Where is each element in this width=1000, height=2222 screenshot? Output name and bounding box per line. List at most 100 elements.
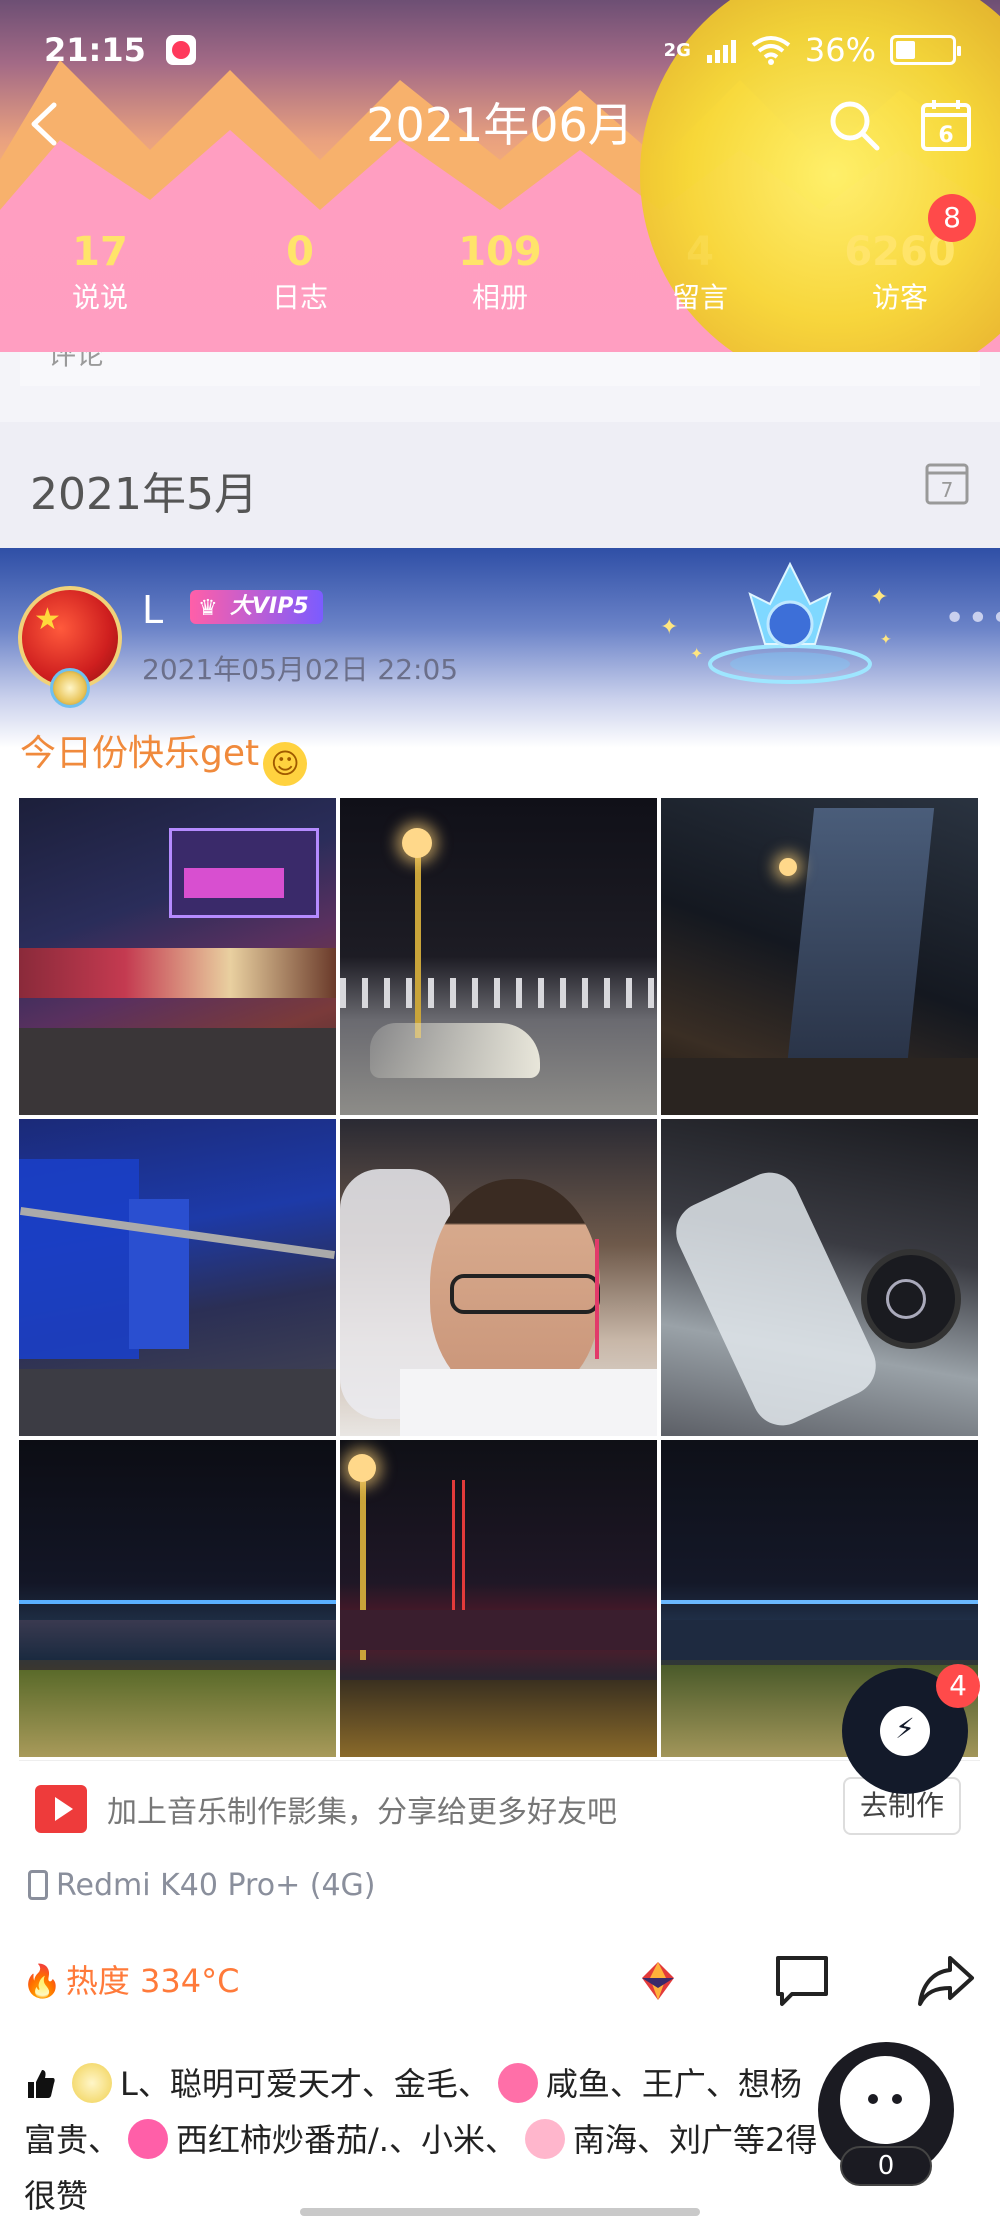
star-icon: ★ xyxy=(34,602,61,637)
quick-post-button[interactable]: 4 xyxy=(842,1664,980,1794)
quick-post-badge: 4 xyxy=(936,1664,980,1708)
skyscraper xyxy=(787,808,935,1058)
neon-sign xyxy=(184,868,284,898)
likes-text: 杨 xyxy=(769,2065,802,2103)
stat-value: 4 xyxy=(686,229,714,275)
photo-4[interactable] xyxy=(19,1119,336,1436)
mascot-eye xyxy=(868,2094,878,2104)
post-card: ★ L ♛ 大VIP5 2021年05月02日 22:05 ✦ ✦ ✦ ✦ ••… xyxy=(0,548,1000,2028)
stat-value: 0 xyxy=(286,229,314,275)
liker-avatar xyxy=(524,2119,565,2159)
month-label: 2021年5月 xyxy=(30,469,258,520)
more-options-icon[interactable]: ••• xyxy=(944,598,1000,639)
likes-text: 富贵、 xyxy=(24,2121,121,2159)
stat-label: 说说 xyxy=(71,281,128,314)
photo-3[interactable] xyxy=(661,798,978,1115)
glasses xyxy=(450,1274,600,1314)
stat-value: 109 xyxy=(458,229,542,275)
calendar-day: 7 xyxy=(941,478,954,502)
comment-icon[interactable] xyxy=(770,1948,834,2012)
battery-percent: 36% xyxy=(804,31,876,69)
street xyxy=(19,1369,336,1436)
crystal-decoration-icon: ✦ ✦ ✦ ✦ xyxy=(660,561,892,684)
river xyxy=(661,1620,978,1660)
liker-avatar xyxy=(497,2063,538,2103)
vip-label: 大VIP5 xyxy=(230,594,309,619)
storefronts xyxy=(19,948,336,998)
stat-xiangce[interactable]: 109 相册 xyxy=(400,226,600,326)
month-section-header: 2021年5月 7 xyxy=(0,422,1000,548)
stat-label: 留言 xyxy=(671,281,728,314)
lamp-light xyxy=(348,1454,376,1482)
photo-1[interactable] xyxy=(19,798,336,1115)
flame-icon: 🔥 xyxy=(22,1962,62,2000)
mascot-button[interactable]: 0 xyxy=(818,2042,954,2186)
street xyxy=(661,1058,978,1115)
photo-7[interactable] xyxy=(19,1440,336,1757)
stat-liuyan[interactable]: 4 留言 xyxy=(600,226,800,326)
photo-6[interactable] xyxy=(661,1119,978,1436)
stat-fangke[interactable]: 6260 访客 8 xyxy=(800,194,1000,326)
heat-value: 热度 334°C xyxy=(65,1962,240,2000)
music-prompt-text: 加上音乐制作影集，分享给更多好友吧 xyxy=(107,1795,617,1830)
smile-emoji-icon: ☺ xyxy=(263,742,308,786)
share-icon[interactable] xyxy=(914,1948,978,2012)
car xyxy=(370,1023,540,1078)
stat-label: 日志 xyxy=(271,281,328,314)
bridge-tower-left xyxy=(452,1480,455,1610)
likes-text: 南海、刘广等2 xyxy=(572,2121,786,2159)
distant-lights xyxy=(19,1600,336,1604)
device-info: Redmi K40 Pro+ (4G) xyxy=(28,1868,375,1903)
likes-text: L、聪明可爱天才、金毛、 xyxy=(120,2065,490,2103)
lamp-light xyxy=(402,828,432,858)
music-album-prompt: 加上音乐制作影集，分享给更多好友吧 去制作 xyxy=(19,1760,980,1856)
status-time: 21:15 xyxy=(44,31,146,69)
stat-value: 17 xyxy=(72,229,128,275)
photo-grid xyxy=(19,798,980,1757)
post-actions: 🔥 热度 334°C xyxy=(0,1934,1000,2024)
status-right: 2G 36% xyxy=(663,31,961,69)
likes-text: 得 xyxy=(785,2121,818,2159)
blue-building xyxy=(19,1159,139,1359)
svg-text:✦: ✦ xyxy=(870,585,888,610)
home-indicator[interactable] xyxy=(300,2208,700,2216)
photo-5[interactable] xyxy=(340,1119,657,1436)
search-icon[interactable] xyxy=(826,97,882,153)
calendar-icon[interactable]: 7 xyxy=(924,460,970,506)
speedometer xyxy=(886,1279,926,1319)
liker-avatar xyxy=(128,2119,169,2159)
bridge-railing xyxy=(340,978,657,1008)
network-type: 2G xyxy=(663,39,691,61)
post-text: 今日份快乐get xyxy=(20,733,260,774)
status-bar: 21:15 2G 36% xyxy=(0,0,1000,100)
vip-badge[interactable]: ♛ 大VIP5 xyxy=(190,590,323,624)
wifi-icon xyxy=(751,36,791,65)
stat-shuoshuo[interactable]: 17 说说 xyxy=(0,226,200,326)
mascot-face-icon xyxy=(840,2056,930,2144)
video-play-icon[interactable] xyxy=(35,1785,87,1833)
qzone-page: 21:15 2G 36% 2021年06月 6 17 说说 0 日志 109 相… xyxy=(0,0,1000,2222)
mascot-eye xyxy=(892,2094,902,2104)
post-timestamp: 2021年05月02日 22:05 xyxy=(142,653,459,686)
svg-text:✦: ✦ xyxy=(880,632,892,648)
tower xyxy=(129,1199,189,1349)
calendar-icon[interactable]: 6 xyxy=(918,97,974,153)
gift-icon[interactable] xyxy=(626,1948,690,2012)
crown-icon: ♛ xyxy=(198,596,218,621)
thumbs-up-icon xyxy=(28,2070,55,2098)
device-name: Redmi K40 Pro+ (4G) xyxy=(56,1868,376,1903)
lightning-icon xyxy=(880,1706,930,1756)
header: 21:15 2G 36% 2021年06月 6 17 说说 0 日志 109 相… xyxy=(0,0,1000,352)
post-username[interactable]: L xyxy=(142,588,163,632)
signal-icon xyxy=(706,40,736,63)
street-light xyxy=(779,858,797,876)
avatar[interactable]: ★ xyxy=(12,580,128,710)
photo-8[interactable] xyxy=(340,1440,657,1757)
likes-text: 西红柿炒番茄/.、小米、 xyxy=(176,2121,517,2159)
photo-2[interactable] xyxy=(340,798,657,1115)
likes-text: 很赞 xyxy=(24,2177,89,2215)
stat-label: 访客 xyxy=(871,281,928,314)
water-bottle xyxy=(666,1162,886,1436)
river xyxy=(340,1610,657,1650)
stat-rizhi[interactable]: 0 日志 xyxy=(200,226,400,326)
